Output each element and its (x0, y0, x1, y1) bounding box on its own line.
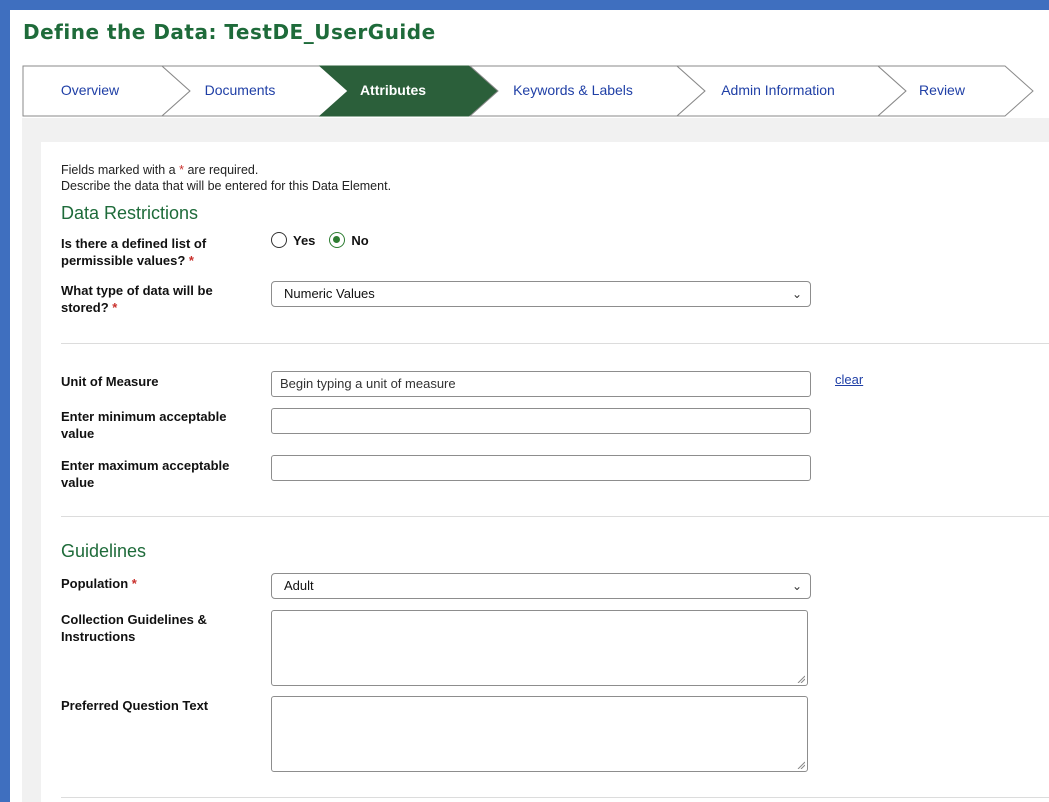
unit-of-measure-input[interactable]: Begin typing a unit of measure (271, 371, 811, 397)
population-label-text: Population (61, 576, 129, 591)
preferred-question-label: Preferred Question Text (61, 698, 209, 713)
resize-grip-icon[interactable] (797, 761, 805, 769)
permissible-values-radio-group: Yes No (271, 232, 383, 248)
wizard-steps-shapes (22, 65, 1034, 117)
required-star: * (112, 300, 118, 315)
population-label: Population * (61, 575, 261, 592)
tab-documents-label[interactable]: Documents (205, 82, 276, 98)
radio-no[interactable] (329, 232, 346, 248)
required-note-prefix: Fields marked with a (61, 163, 180, 177)
tab-keywords-labels-label[interactable]: Keywords & Labels (513, 82, 633, 98)
unit-of-measure-label: Unit of Measure (61, 374, 159, 389)
data-type-label-text: What type of data will be stored? (61, 283, 213, 315)
population-select[interactable]: Adult ⌄ (271, 573, 811, 599)
tab-admin-information-label[interactable]: Admin Information (721, 82, 835, 98)
collection-guidelines-textarea[interactable] (271, 610, 808, 686)
maximum-value-label: Enter maximum acceptable value (61, 458, 230, 490)
minimum-value-input[interactable] (271, 408, 811, 434)
chevron-down-icon: ⌄ (791, 287, 802, 301)
permissible-values-label: Is there a defined list of permissible v… (61, 235, 256, 269)
tab-attributes-label[interactable]: Attributes (360, 82, 426, 98)
population-select-value: Adult (284, 578, 314, 593)
required-note-suffix: are required. (183, 163, 259, 177)
radio-no-label[interactable]: No (351, 233, 368, 248)
required-note: Fields marked with a * are required. (61, 163, 258, 177)
data-type-select-value: Numeric Values (284, 286, 375, 301)
minimum-value-label: Enter minimum acceptable value (61, 409, 227, 441)
tab-overview-label[interactable]: Overview (61, 82, 119, 98)
radio-yes-label[interactable]: Yes (293, 233, 315, 248)
radio-yes[interactable] (271, 232, 287, 248)
tab-review-label[interactable]: Review (919, 82, 965, 98)
preferred-question-textarea[interactable] (271, 696, 808, 772)
description-note: Describe the data that will be entered f… (61, 179, 392, 193)
permissible-values-label-text: Is there a defined list of permissible v… (61, 236, 207, 268)
resize-grip-icon[interactable] (797, 675, 805, 683)
required-star: * (131, 576, 137, 591)
divider (61, 516, 1049, 517)
data-type-select[interactable]: Numeric Values ⌄ (271, 281, 811, 307)
section-title-data-restrictions: Data Restrictions (61, 203, 199, 223)
chevron-down-icon: ⌄ (791, 579, 802, 593)
maximum-value-input[interactable] (271, 455, 811, 481)
required-star: * (188, 253, 194, 268)
data-type-label: What type of data will be stored? * (61, 282, 246, 316)
divider (61, 797, 1049, 798)
section-title-guidelines: Guidelines (61, 541, 147, 561)
clear-link[interactable]: clear (835, 372, 863, 387)
divider (61, 343, 1049, 344)
collection-guidelines-label: Collection Guidelines & Instructions (61, 612, 207, 644)
